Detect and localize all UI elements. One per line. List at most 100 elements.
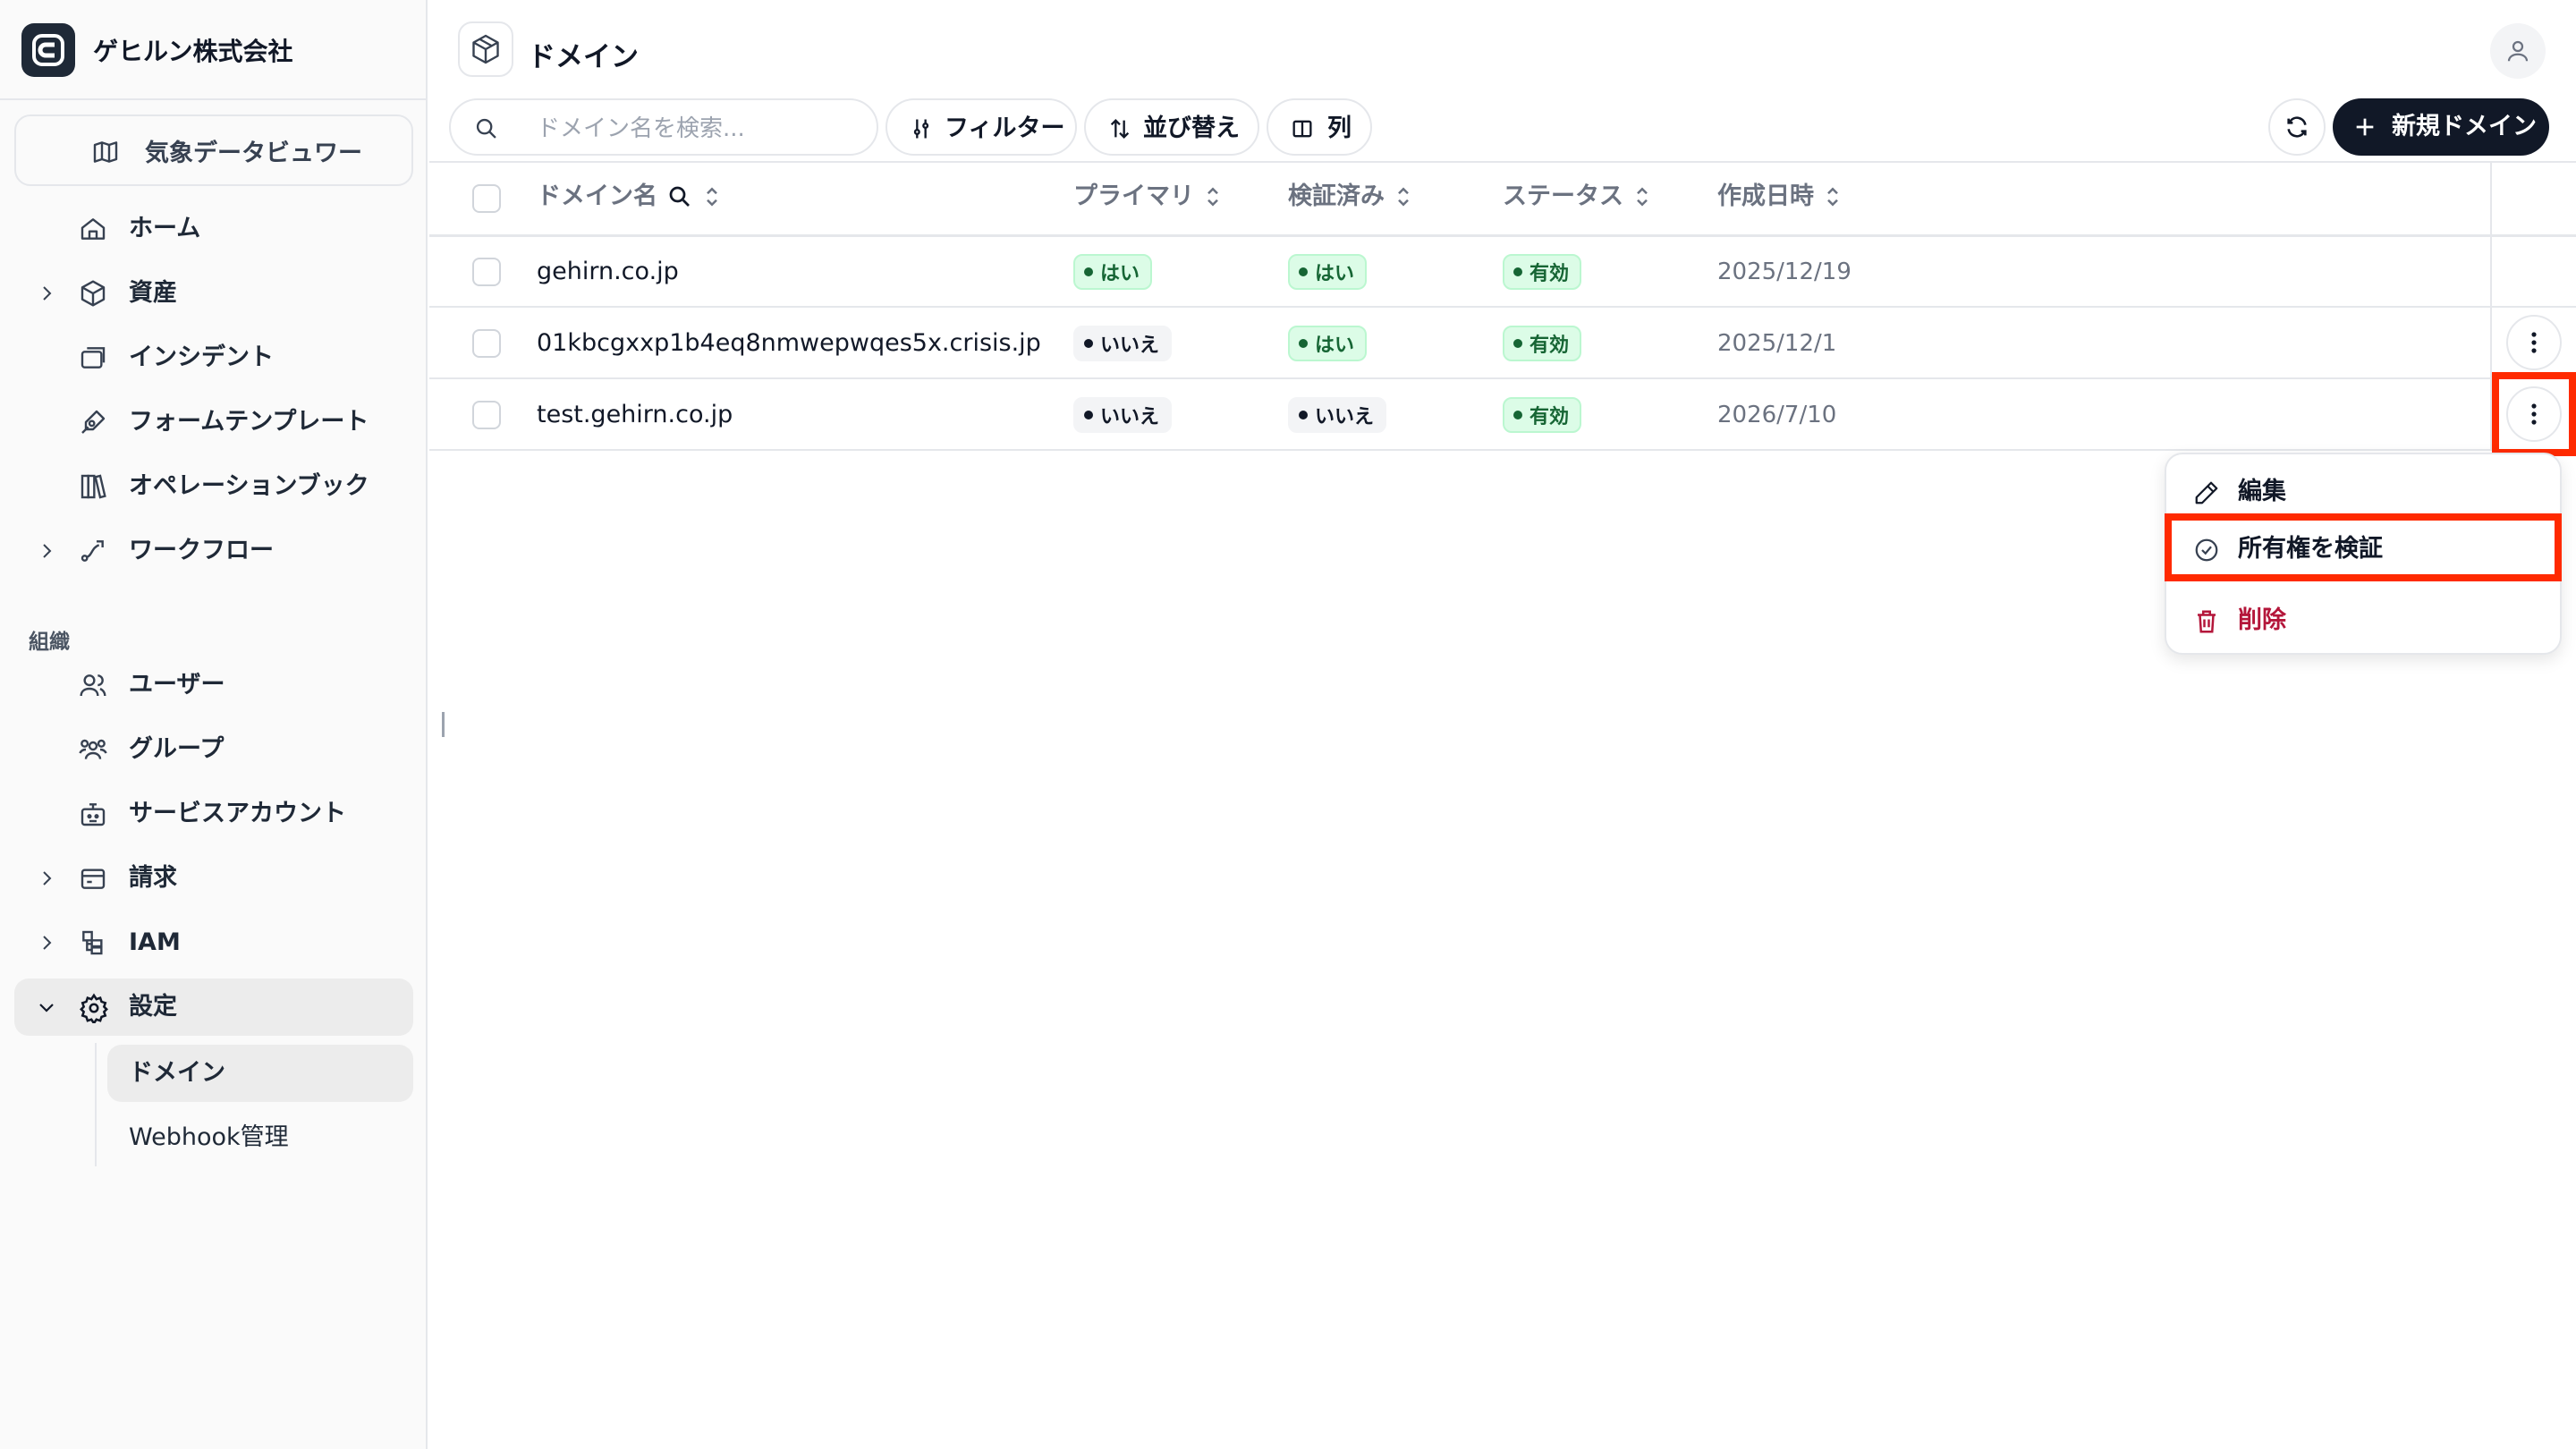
- sidebar-item-home[interactable]: ホーム: [14, 200, 413, 258]
- sidebar-item-operation-books[interactable]: オペレーションブック: [14, 458, 413, 515]
- org-switcher[interactable]: ゲヒルン株式会社: [21, 23, 292, 77]
- row-checkbox[interactable]: [472, 258, 501, 286]
- created-cell: 2025/12/1: [1717, 330, 1837, 357]
- sidebar-item-iam[interactable]: IAM: [14, 914, 413, 971]
- row-checkbox[interactable]: [472, 401, 501, 429]
- sidebar-item-form-templates[interactable]: フォームテンプレート: [14, 394, 413, 451]
- company-logo-icon: [21, 23, 75, 77]
- sidebar-item-label: フォームテンプレート: [129, 408, 369, 436]
- sidebar-item-label: ホーム: [129, 215, 201, 242]
- row-checkbox[interactable]: [472, 329, 501, 358]
- new-domain-button[interactable]: 新規ドメイン: [2333, 98, 2549, 156]
- row-divider: [429, 449, 2576, 451]
- page-title: ドメイン: [528, 41, 639, 73]
- domain-cell[interactable]: gehirn.co.jp: [537, 258, 679, 286]
- status-badge: 有効: [1503, 326, 1582, 361]
- chevron-right-icon[interactable]: [36, 932, 57, 953]
- primary-badge: いいえ: [1073, 397, 1173, 433]
- menu-item-label: 編集: [2238, 478, 2286, 505]
- sidebar-item-groups[interactable]: グループ: [14, 721, 413, 778]
- weather-data-viewer-button[interactable]: 気象データビュワー: [14, 114, 413, 186]
- iam-icon: [79, 928, 107, 957]
- sort-chevrons-icon[interactable]: [1823, 183, 1843, 210]
- column-header-primary[interactable]: プライマリ: [1073, 182, 1223, 211]
- chevron-right-icon[interactable]: [36, 283, 57, 304]
- new-domain-label: 新規ドメイン: [2392, 113, 2537, 140]
- sidebar-subitem-webhooks[interactable]: Webhook管理: [107, 1109, 413, 1166]
- verified-badge: はい: [1288, 326, 1368, 361]
- menu-item-label: 削除: [2238, 606, 2286, 634]
- sidebar-item-incidents[interactable]: インシデント: [14, 329, 413, 386]
- column-header-created[interactable]: 作成日時: [1717, 182, 1843, 211]
- created-cell: 2025/12/19: [1717, 258, 1852, 285]
- sidebar-item-billing[interactable]: 請求: [14, 850, 413, 907]
- sort-chevrons-icon[interactable]: [1394, 183, 1413, 210]
- sidebar-item-assets[interactable]: 資産: [14, 265, 413, 322]
- user-icon: [2507, 40, 2529, 62]
- highlight-verify-ownership: [2165, 513, 2562, 581]
- text-caret: [442, 712, 445, 737]
- search-icon: [474, 116, 499, 141]
- highlight-row-actions: [2492, 372, 2576, 456]
- columns-button[interactable]: 列: [1267, 98, 1372, 156]
- workflow-icon: [79, 537, 107, 565]
- column-header-label: プライマリ: [1073, 182, 1194, 210]
- refresh-button[interactable]: [2268, 98, 2326, 156]
- column-header-verified[interactable]: 検証済み: [1288, 182, 1413, 211]
- table-top-border: [429, 161, 2576, 163]
- section-label-organization: 組織: [29, 631, 70, 654]
- verified-badge: いいえ: [1288, 397, 1387, 433]
- columns-icon: [1290, 116, 1315, 141]
- user-avatar[interactable]: [2490, 23, 2546, 79]
- menu-item-edit[interactable]: 編集: [2177, 465, 2553, 519]
- primary-badge: いいえ: [1073, 326, 1173, 361]
- domain-search-input[interactable]: ドメイン名を検索...: [449, 98, 878, 156]
- map-icon: [91, 138, 120, 166]
- filter-button[interactable]: フィルター: [886, 98, 1077, 156]
- sliders-icon: [909, 116, 934, 141]
- gear-icon: [79, 993, 109, 1023]
- sidebar-item-label: サービスアカウント: [129, 800, 346, 827]
- search-icon[interactable]: [666, 183, 693, 210]
- sidebar-subitem-label: ドメイン: [129, 1059, 225, 1087]
- column-header-domain[interactable]: ドメイン名: [537, 182, 722, 211]
- sidebar-item-label: ワークフロー: [129, 537, 274, 564]
- column-header-status[interactable]: ステータス: [1503, 182, 1652, 211]
- sort-label: 並び替え: [1143, 114, 1240, 142]
- column-header-label: 検証済み: [1288, 182, 1385, 210]
- chevron-right-icon[interactable]: [36, 868, 57, 889]
- sidebar-item-label: グループ: [129, 735, 225, 763]
- sort-chevrons-icon[interactable]: [702, 183, 722, 210]
- company-name: ゲヒルン株式会社: [93, 37, 293, 66]
- sidebar-item-workflow[interactable]: ワークフロー: [14, 522, 413, 580]
- wallet-icon: [79, 864, 107, 893]
- sort-button[interactable]: 並び替え: [1084, 98, 1259, 156]
- status-badge: 有効: [1503, 254, 1582, 290]
- menu-item-delete[interactable]: 削除: [2177, 594, 2553, 648]
- bot-icon: [79, 800, 107, 828]
- search-placeholder: ドメイン名を検索...: [537, 115, 745, 142]
- users-icon: [79, 671, 107, 699]
- sidebar-subitem-domains[interactable]: ドメイン: [107, 1045, 413, 1102]
- submenu-guide-line: [95, 1043, 97, 1166]
- chevron-right-icon[interactable]: [36, 540, 57, 562]
- sidebar-item-label: オペレーションブック: [129, 472, 369, 500]
- filter-label: フィルター: [945, 114, 1065, 142]
- trash-icon: [2193, 608, 2220, 635]
- domain-cell[interactable]: 01kbcgxxp1b4eq8nmwepwqes5x.crisis.jp: [537, 329, 1041, 358]
- chevron-down-icon[interactable]: [36, 996, 57, 1018]
- status-badge: 有効: [1503, 397, 1582, 433]
- sidebar-item-service-accounts[interactable]: サービスアカウント: [14, 785, 413, 843]
- table-header-border: [429, 234, 2576, 237]
- sort-chevrons-icon[interactable]: [1632, 183, 1652, 210]
- weather-data-viewer-label: 気象データビュワー: [145, 139, 362, 167]
- sidebar-item-label: ユーザー: [129, 671, 225, 699]
- row-actions-button[interactable]: [2506, 315, 2562, 370]
- sidebar-item-settings[interactable]: 設定: [14, 979, 413, 1036]
- sort-arrows-icon: [1107, 116, 1132, 141]
- sort-chevrons-icon[interactable]: [1203, 183, 1223, 210]
- sidebar-item-users[interactable]: ユーザー: [14, 657, 413, 714]
- domain-cell[interactable]: test.gehirn.co.jp: [537, 401, 733, 429]
- select-all-checkbox[interactable]: [472, 184, 501, 213]
- divider: [0, 98, 428, 100]
